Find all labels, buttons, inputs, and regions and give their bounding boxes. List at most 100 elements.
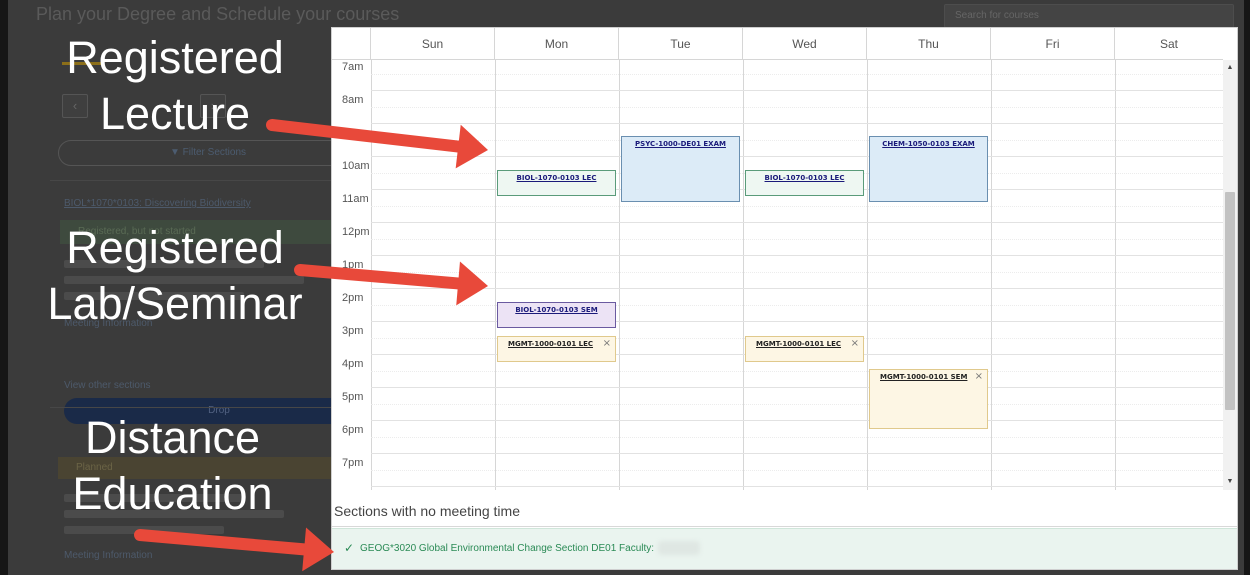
day-column-divider: [743, 60, 744, 490]
time-label: 4pm: [342, 358, 364, 370]
time-label: 7pm: [342, 457, 364, 469]
annotation-distance-education: Distance Education: [35, 410, 310, 522]
day-header-tue: Tue: [619, 28, 743, 59]
close-icon[interactable]: ×: [603, 338, 611, 349]
faculty-name-redacted: [658, 541, 700, 555]
calendar-grid[interactable]: 7am 8am 10am 11am 12pm 1pm 2pm 3pm 4pm 5pm 6pm 7pm B…: [332, 60, 1223, 490]
calendar-event-lec[interactable]: BIOL-1070-0103 LEC: [497, 170, 616, 196]
half-hour-gridline: [371, 140, 1223, 141]
event-label: BIOL-1070-0103 SEM: [515, 306, 598, 314]
half-hour-gridline: [371, 470, 1223, 471]
half-hour-gridline: [371, 272, 1223, 273]
search-input[interactable]: Search for courses: [944, 4, 1234, 28]
close-icon[interactable]: ×: [851, 338, 859, 349]
calendar-event-exam[interactable]: CHEM-1050-0103 EXAM: [869, 136, 988, 202]
hour-gridline: [371, 90, 1223, 91]
calendar-event-planned[interactable]: MGMT-1000-0101 LEC ×: [497, 336, 616, 362]
hour-gridline: [371, 387, 1223, 388]
hour-gridline: [371, 420, 1223, 421]
day-header-mon: Mon: [495, 28, 619, 59]
detail-line: [64, 526, 224, 534]
calendar-event-sem[interactable]: BIOL-1070-0103 SEM: [497, 302, 616, 328]
annotation-line: Registered: [66, 222, 284, 273]
scroll-thumb[interactable]: [1225, 192, 1235, 410]
time-label: 6pm: [342, 424, 364, 436]
filter-icon: ▼: [169, 147, 183, 158]
page-title: Plan your Degree and Schedule your cours…: [36, 4, 400, 24]
day-header-thu: Thu: [867, 28, 991, 59]
close-icon[interactable]: ×: [975, 371, 983, 382]
no-meeting-section-row[interactable]: ✓ GEOG*3020 Global Environmental Change …: [332, 528, 1237, 569]
calendar-day-header: Sun Mon Tue Wed Thu Fri Sat: [332, 28, 1223, 60]
no-meeting-time-heading: Sections with no meeting time: [334, 503, 520, 519]
no-meeting-section-label: GEOG*3020 Global Environmental Change Se…: [360, 543, 655, 554]
calendar-modal: Sun Mon Tue Wed Thu Fri Sat 7am 8am 10am 11…: [331, 27, 1238, 570]
half-hour-gridline: [371, 437, 1223, 438]
hour-gridline: [371, 156, 1223, 157]
day-header-sat: Sat: [1159, 37, 1178, 51]
half-hour-gridline: [371, 107, 1223, 108]
divider: [332, 526, 1237, 527]
half-hour-gridline: [371, 206, 1223, 207]
hour-gridline: [371, 255, 1223, 256]
day-column-divider: [1115, 60, 1116, 490]
time-label: 1pm: [342, 259, 364, 271]
event-label: MGMT-1000-0101 LEC: [508, 340, 594, 348]
time-label: 11am: [342, 193, 369, 205]
course-link[interactable]: BIOL*1070*0103: Discovering Biodiversity: [64, 198, 251, 209]
day-column-divider: [867, 60, 868, 490]
annotation-line: Registered: [66, 32, 284, 83]
meeting-info-toggle-2[interactable]: Meeting Information: [64, 550, 152, 561]
filter-label: Filter Sections: [182, 147, 247, 158]
divider: [50, 180, 350, 181]
annotation-line: Education: [72, 468, 273, 519]
time-label: 12pm: [342, 226, 370, 238]
search-placeholder: Search for courses: [955, 10, 1039, 21]
annotation-line: Lab/Seminar: [47, 278, 303, 329]
day-column-divider: [371, 60, 372, 490]
time-label: 7am: [342, 61, 364, 73]
hour-gridline: [371, 486, 1223, 487]
check-icon: ✓: [344, 541, 355, 555]
time-label: 5pm: [342, 391, 364, 403]
event-label: MGMT-1000-0101 LEC: [756, 340, 842, 348]
view-other-sections-link[interactable]: View other sections: [64, 380, 151, 391]
half-hour-gridline: [371, 404, 1223, 405]
annotation-line: Distance: [84, 412, 261, 463]
event-label: BIOL-1070-0103 LEC: [764, 174, 845, 182]
day-header-wed: Wed: [743, 28, 867, 59]
day-column-divider: [495, 60, 496, 490]
time-label: 2pm: [342, 292, 364, 304]
hour-gridline: [371, 288, 1223, 289]
calendar-event-planned[interactable]: MGMT-1000-0101 SEM ×: [869, 369, 988, 429]
hour-gridline: [371, 123, 1223, 124]
event-label: PSYC-1000-DE01 EXAM: [635, 140, 726, 148]
calendar-scrollbar[interactable]: ▲ ▼: [1223, 60, 1237, 490]
day-column-divider: [619, 60, 620, 490]
day-header-sun: Sun: [371, 28, 495, 59]
annotation-registered-lecture: Registered Lecture: [40, 30, 310, 142]
day-column-divider: [991, 60, 992, 490]
event-label: BIOL-1070-0103 LEC: [516, 174, 597, 182]
calendar-event-planned[interactable]: MGMT-1000-0101 LEC ×: [745, 336, 864, 362]
hour-gridline: [371, 453, 1223, 454]
divider: [50, 407, 350, 408]
half-hour-gridline: [371, 74, 1223, 75]
time-label: 10am: [342, 160, 370, 172]
filter-sections-button[interactable]: ▼ Filter Sections: [58, 140, 358, 166]
day-header-fri: Fri: [991, 28, 1115, 59]
time-label: 8am: [342, 94, 364, 106]
hour-gridline: [371, 222, 1223, 223]
calendar-event-lec[interactable]: BIOL-1070-0103 LEC: [745, 170, 864, 196]
time-gutter-header: [332, 28, 371, 59]
annotation-registered-lab: Registered Lab/Seminar: [30, 220, 320, 332]
half-hour-gridline: [371, 371, 1223, 372]
scroll-up-icon[interactable]: ▲: [1223, 62, 1237, 74]
scroll-down-icon[interactable]: ▼: [1223, 476, 1237, 488]
event-label: MGMT-1000-0101 SEM: [880, 373, 968, 381]
annotation-line: Lecture: [99, 88, 251, 139]
half-hour-gridline: [371, 239, 1223, 240]
calendar-event-exam[interactable]: PSYC-1000-DE01 EXAM: [621, 136, 740, 202]
time-label: 3pm: [342, 325, 364, 337]
event-label: CHEM-1050-0103 EXAM: [882, 140, 975, 148]
